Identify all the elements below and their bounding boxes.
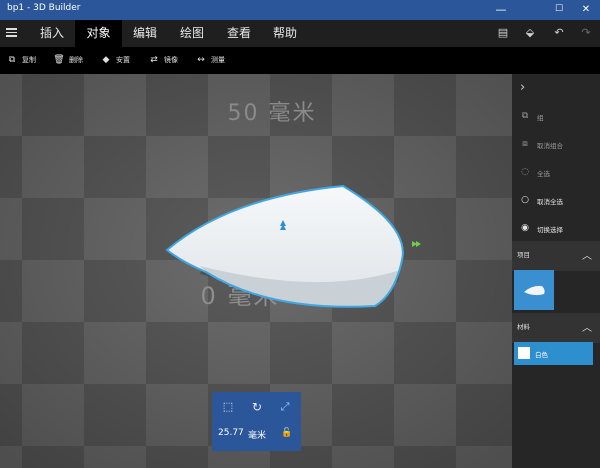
- material-heading: 材料: [517, 323, 530, 331]
- settle-button[interactable]: ◆ 安置: [100, 47, 130, 74]
- delete-button[interactable]: 🗑 删除: [53, 47, 83, 74]
- size-unit: 毫米: [248, 431, 267, 441]
- deselect-all-button[interactable]: ○ 取消全选: [512, 186, 600, 214]
- tab-insert[interactable]: 插入: [31, 20, 73, 47]
- select-all-icon: ◌: [521, 167, 529, 177]
- material-white-item[interactable]: 白色: [514, 342, 593, 365]
- toggle-selection-button[interactable]: ◉ 切换选择: [512, 214, 600, 242]
- right-sidebar: › ⧉ 组 ⧈ 取消组合 ◌ 全选 ○ 取消全选 ◉ 切换选择 项目 ︿ 材料 …: [512, 74, 600, 468]
- measure-button[interactable]: ↔ 测量: [195, 47, 225, 74]
- hamburger-menu-icon[interactable]: [6, 26, 22, 40]
- project-heading: 项目: [517, 251, 530, 259]
- settle-icon: ◆: [102, 55, 110, 65]
- ungroup-icon: ⧈: [522, 139, 528, 149]
- grid-label-50: 50 毫米: [228, 101, 317, 126]
- group-label: 组: [537, 114, 544, 122]
- material-section-header[interactable]: 材料 ︿: [512, 313, 600, 343]
- tab-view[interactable]: 查看: [218, 20, 260, 47]
- save-icon[interactable]: ⬙: [521, 24, 539, 42]
- tab-paint[interactable]: 绘图: [171, 20, 213, 47]
- 3d-viewport[interactable]: 50 毫米 0 毫米 ⬚ ↻ ⤢ 25.77 毫米 🔓: [0, 74, 512, 468]
- transform-panel: ⬚ ↻ ⤢ 25.77 毫米 🔓: [212, 392, 301, 451]
- mirror-icon: ⇄: [150, 55, 158, 65]
- window-title: bp1 - 3D Builder: [7, 3, 81, 13]
- redo-icon[interactable]: ↷: [577, 24, 595, 42]
- white-swatch: [518, 347, 530, 359]
- size-value[interactable]: 25.77: [218, 428, 244, 438]
- rotate-tool-icon[interactable]: ↻: [249, 399, 265, 415]
- delete-label: 删除: [69, 56, 83, 64]
- tab-edit[interactable]: 编辑: [124, 20, 166, 47]
- trash-icon: 🗑: [53, 55, 65, 65]
- move-tool-icon[interactable]: ⬚: [220, 399, 236, 415]
- object-toolbar: ⧉ 复制 🗑 删除 ◆ 安置 ⇄ 镜像 ↔ 测量: [0, 47, 600, 74]
- chevron-up-icon: ︿: [582, 323, 592, 334]
- measure-icon: ↔: [197, 55, 205, 65]
- minimize-button[interactable]: —: [487, 0, 515, 20]
- lock-icon[interactable]: 🔓: [279, 428, 295, 438]
- toggle-selection-icon: ◉: [521, 223, 529, 233]
- group-button[interactable]: ⧉ 组: [512, 102, 600, 130]
- model-thumbnail-icon: [524, 285, 545, 296]
- group-icon: ⧉: [521, 111, 529, 121]
- duplicate-button[interactable]: ⧉ 复制: [6, 47, 36, 74]
- print-icon[interactable]: ▤: [494, 24, 512, 42]
- project-thumbnail[interactable]: [514, 270, 554, 310]
- select-all-label: 全选: [537, 170, 550, 178]
- project-section-header[interactable]: 项目 ︿: [512, 241, 600, 271]
- ungroup-button[interactable]: ⧈ 取消组合: [512, 130, 600, 158]
- deselect-all-icon: ○: [521, 195, 529, 205]
- toggle-selection-label: 切换选择: [537, 226, 563, 234]
- undo-icon[interactable]: ↶: [550, 24, 568, 42]
- settle-label: 安置: [116, 56, 130, 64]
- deselect-all-label: 取消全选: [537, 198, 563, 206]
- collapse-arrow-icon[interactable]: ›: [520, 80, 525, 95]
- menu-bar: 插入 对象 编辑 绘图 查看 帮助 ▤ ⬙ ↶ ↷: [0, 20, 600, 47]
- maximize-button[interactable]: ☐: [545, 0, 573, 20]
- title-bar: bp1 - 3D Builder — ☐ ✕: [0, 0, 600, 20]
- measure-label: 测量: [211, 56, 225, 64]
- mirror-button[interactable]: ⇄ 镜像: [148, 47, 178, 74]
- tab-help[interactable]: 帮助: [264, 20, 306, 47]
- scale-tool-icon[interactable]: ⤢: [277, 399, 293, 415]
- duplicate-label: 复制: [22, 56, 36, 64]
- chevron-up-icon: ︿: [582, 251, 592, 262]
- close-button[interactable]: ✕: [572, 0, 600, 20]
- copy-icon: ⧉: [8, 55, 16, 65]
- ungroup-label: 取消组合: [537, 142, 563, 150]
- select-all-button[interactable]: ◌ 全选: [512, 158, 600, 186]
- tab-object[interactable]: 对象: [75, 20, 122, 47]
- material-label: 白色: [535, 351, 548, 359]
- mirror-label: 镜像: [164, 56, 178, 64]
